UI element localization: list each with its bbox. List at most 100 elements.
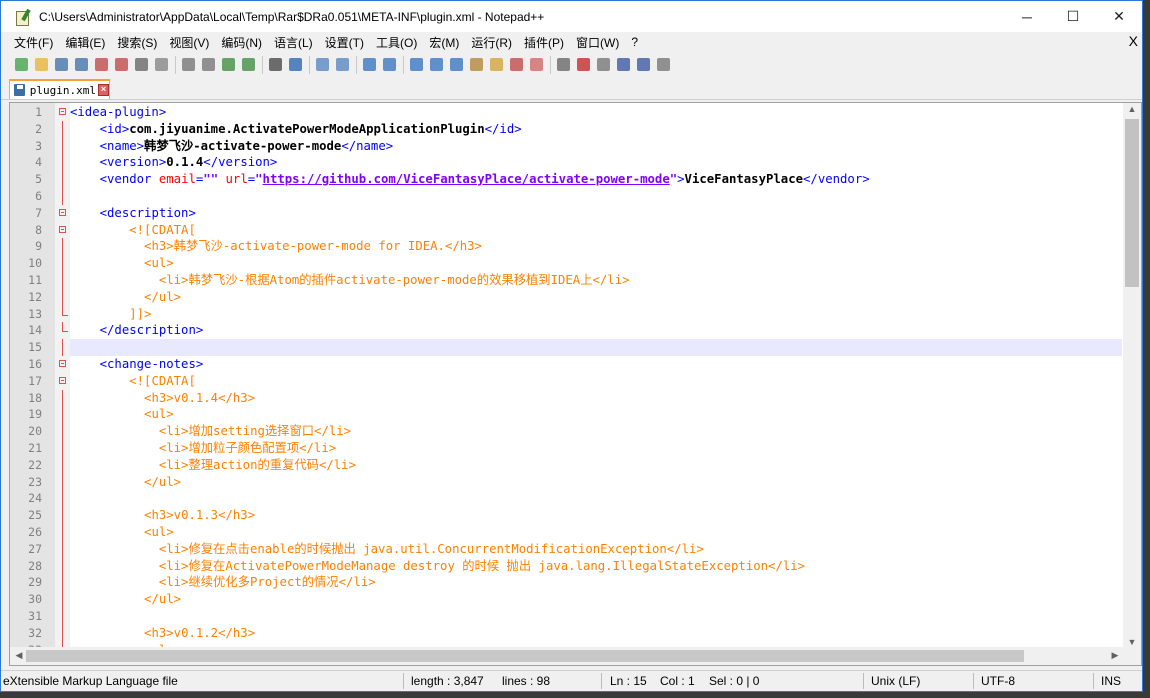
- toolbar-button-14[interactable]: [314, 56, 331, 74]
- scroll-right-icon[interactable]: ▶: [1106, 650, 1124, 661]
- menu-item-10[interactable]: 插件(P): [518, 34, 570, 51]
- code-line[interactable]: 26 <ul>: [28, 524, 1122, 541]
- code-line[interactable]: 23 </ul>: [28, 473, 1122, 491]
- toolbar-button-5[interactable]: [113, 56, 130, 74]
- code-line[interactable]: 4 <version>0.1.4</version>: [35, 154, 1122, 172]
- menu-item-8[interactable]: 宏(M): [423, 34, 465, 51]
- status-encoding[interactable]: UTF-8: [981, 674, 1015, 688]
- vertical-scrollbar[interactable]: ▲ ▼: [1123, 103, 1141, 648]
- code-line[interactable]: 14 </description>: [28, 322, 1122, 339]
- code-line[interactable]: 9 <h3>韩梦飞沙-activate-power-mode for IDEA.…: [35, 238, 1122, 256]
- code-line[interactable]: 12 </ul>: [28, 288, 1122, 306]
- code-line[interactable]: 17 <![CDATA[: [28, 373, 1122, 390]
- toolbar-button-25[interactable]: [555, 56, 572, 74]
- menu-item-3[interactable]: 视图(V): [163, 34, 215, 51]
- horizontal-scrollbar[interactable]: ◀ ▶: [10, 647, 1124, 665]
- code-line[interactable]: 10 <ul>: [28, 255, 1122, 273]
- code-line[interactable]: 25 <h3>v0.1.3</h3>: [28, 507, 1122, 525]
- code-line[interactable]: 20 <li>增加setting选择窗口</li>: [28, 423, 1122, 441]
- code-line[interactable]: 19 <ul>: [28, 406, 1122, 424]
- code-line[interactable]: 15: [28, 339, 1122, 357]
- toolbar-button-2[interactable]: [53, 56, 70, 74]
- code-line[interactable]: 2 <id>com.jiyuanime.ActivatePowerModeApp…: [35, 120, 1122, 138]
- toolbar-button-23[interactable]: [508, 56, 525, 74]
- code-line[interactable]: 22 <li>整理action的重复代码</li>: [28, 456, 1122, 474]
- code-line[interactable]: 5 <vendor email="" url="https://github.c…: [35, 171, 1122, 189]
- vertical-scroll-thumb[interactable]: [1125, 119, 1139, 287]
- code-line[interactable]: 3 <name>韩梦飞沙-activate-power-mode</name>: [35, 137, 1122, 155]
- scroll-down-icon[interactable]: ▼: [1123, 637, 1141, 647]
- tab-plugin-xml[interactable]: plugin.xml ×: [9, 79, 110, 99]
- code-line[interactable]: 1 <idea-plugin>: [35, 104, 1122, 121]
- toolbar-button-12[interactable]: [267, 56, 284, 74]
- toolbar-button-10[interactable]: [220, 56, 237, 74]
- toolbar-button-27[interactable]: [595, 56, 612, 74]
- toolbar-button-1[interactable]: [33, 56, 50, 74]
- menu-item-9[interactable]: 运行(R): [465, 34, 518, 51]
- code-area[interactable]: 1 <idea-plugin> 2 <id>com.jiyuanime.Activa…: [28, 103, 1122, 659]
- code-line[interactable]: 30 </ul>: [28, 591, 1122, 609]
- toolbar-button-19[interactable]: [428, 56, 445, 74]
- code-line[interactable]: 27 <li>修复在点击enable的时候抛出 java.util.Concur…: [28, 540, 1122, 558]
- toolbar-button-30[interactable]: [655, 56, 672, 74]
- fold-toggle-icon[interactable]: [59, 108, 66, 115]
- horizontal-scroll-thumb[interactable]: [26, 650, 1024, 662]
- code-line[interactable]: 31: [28, 608, 1122, 625]
- toolbar-button-24[interactable]: [528, 56, 545, 74]
- scroll-up-icon[interactable]: ▲: [1123, 104, 1141, 114]
- menu-item-12[interactable]: ?: [625, 35, 644, 49]
- close-button[interactable]: ✕: [1096, 1, 1142, 32]
- fold-toggle-icon[interactable]: [59, 376, 66, 384]
- code-line[interactable]: 29 <li>继续优化多Project的情况</li>: [28, 574, 1122, 592]
- toolbar-button-8[interactable]: [180, 56, 197, 74]
- toolbar-button-7[interactable]: [153, 56, 170, 74]
- code-line[interactable]: 8 <![CDATA[: [35, 222, 1122, 239]
- toolbar-button-6[interactable]: [133, 56, 150, 74]
- toolbar-button-11[interactable]: [240, 56, 257, 74]
- menu-item-7[interactable]: 工具(O): [370, 34, 423, 51]
- fold-toggle-icon[interactable]: [59, 225, 66, 233]
- code-line[interactable]: 11 <li>韩梦飞沙-根据Atom的插件activate-power-mode…: [28, 272, 1122, 289]
- tab-close-icon[interactable]: ×: [98, 84, 109, 96]
- code-line[interactable]: 6: [35, 188, 1122, 205]
- toolbar-button-26[interactable]: [575, 56, 592, 74]
- close-document-button[interactable]: X: [1129, 33, 1138, 49]
- fold-toggle-icon[interactable]: [59, 360, 66, 367]
- fold-toggle-icon[interactable]: [59, 208, 66, 216]
- code-line[interactable]: 7 <description>: [35, 205, 1122, 222]
- toolbar-button-22[interactable]: [488, 56, 505, 74]
- toolbar-button-20[interactable]: [448, 56, 465, 74]
- menu-item-5[interactable]: 语言(L): [268, 34, 319, 51]
- toolbar-button-0[interactable]: [13, 56, 30, 74]
- menu-item-0[interactable]: 文件(F): [1, 34, 59, 51]
- code-line[interactable]: 24: [28, 490, 1122, 508]
- editor[interactable]: 1 <idea-plugin> 2 <id>com.jiyuanime.Activa…: [9, 102, 1142, 666]
- menu-item-4[interactable]: 编码(N): [215, 34, 268, 51]
- toolbar-button-3[interactable]: [73, 56, 90, 74]
- toolbar-button-13[interactable]: [287, 56, 304, 74]
- toolbar-button-15[interactable]: [334, 56, 351, 74]
- toolbar-button-4[interactable]: [93, 56, 110, 74]
- title-bar[interactable]: C:\Users\Administrator\AppData\Local\Tem…: [1, 1, 1142, 32]
- code-line[interactable]: 32 <h3>v0.1.2</h3>: [28, 624, 1122, 642]
- toolbar-button-17[interactable]: [381, 56, 398, 74]
- toolbar-button-21[interactable]: [468, 56, 485, 74]
- status-insert-mode[interactable]: INS: [1101, 674, 1121, 688]
- toolbar-button-16[interactable]: [361, 56, 378, 74]
- menu-item-11[interactable]: 窗口(W): [570, 34, 625, 51]
- minimize-button[interactable]: ─: [1004, 1, 1050, 32]
- toolbar-button-28[interactable]: [615, 56, 632, 74]
- code-line[interactable]: 21 <li>增加粒子颜色配置项</li>: [28, 440, 1122, 457]
- code-line[interactable]: 28 <li>修复在ActivatePowerModeManage destro…: [28, 557, 1122, 575]
- code-line[interactable]: 16 <change-notes>: [28, 356, 1122, 373]
- menu-item-2[interactable]: 搜索(S): [111, 34, 163, 51]
- code-line[interactable]: 18 <h3>v0.1.4</h3>: [28, 389, 1122, 407]
- menu-item-1[interactable]: 编辑(E): [59, 34, 111, 51]
- maximize-button[interactable]: ☐: [1050, 1, 1096, 32]
- status-eol[interactable]: Unix (LF): [871, 674, 920, 688]
- toolbar-button-29[interactable]: [635, 56, 652, 74]
- toolbar-button-18[interactable]: [408, 56, 425, 74]
- toolbar-button-9[interactable]: [200, 56, 217, 74]
- menu-item-6[interactable]: 设置(T): [319, 34, 370, 51]
- code-line[interactable]: 13 ]]>: [28, 305, 1122, 323]
